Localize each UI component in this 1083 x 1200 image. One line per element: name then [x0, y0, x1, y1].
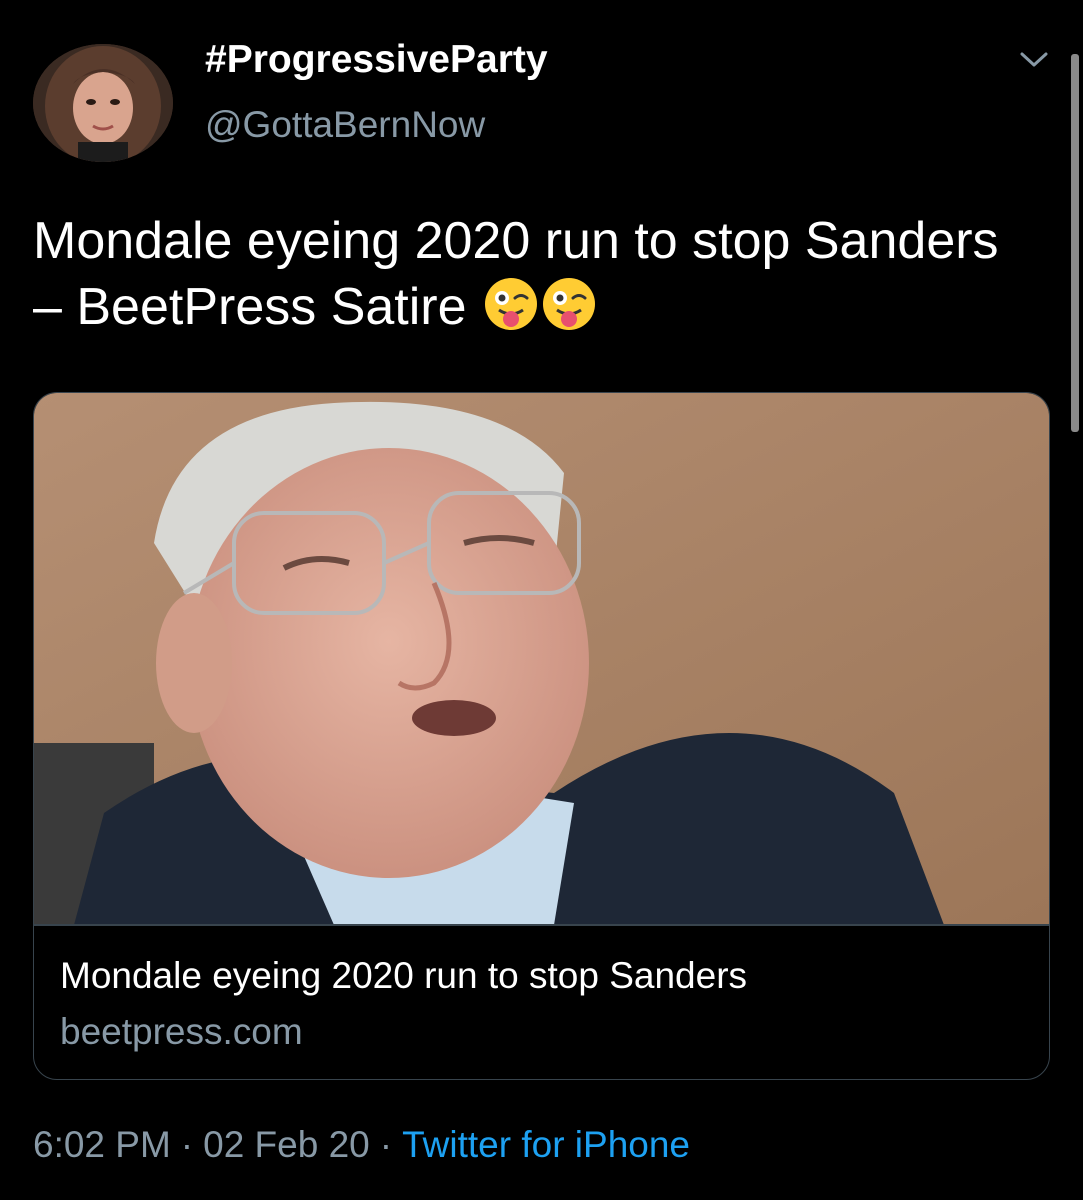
winking-face-with-tongue-emoji — [483, 276, 539, 332]
tweet-text: Mondale eyeing 2020 run to stop Sanders … — [33, 208, 1023, 340]
card-domain: beetpress.com — [60, 1011, 303, 1052]
tweet-meta: 6:02 PM · 02 Feb 20 · Twitter for iPhone — [33, 1124, 690, 1166]
card-image — [34, 393, 1049, 925]
meta-separator: · — [379, 1124, 393, 1165]
link-card[interactable]: Mondale eyeing 2020 run to stop Sanders … — [33, 392, 1050, 1080]
avatar-image — [33, 44, 173, 162]
card-title[interactable]: Mondale eyeing 2020 run to stop Sanders — [60, 955, 747, 997]
card-divider — [34, 924, 1049, 926]
tweet-date[interactable]: 02 Feb 20 — [203, 1124, 370, 1165]
tweet-time[interactable]: 6:02 PM — [33, 1124, 171, 1165]
avatar[interactable] — [33, 44, 173, 162]
tweet-source-link[interactable]: Twitter for iPhone — [402, 1124, 690, 1165]
winking-face-with-tongue-emoji — [541, 276, 597, 332]
tweet-detail: #ProgressiveParty @GottaBernNow Mondale … — [0, 0, 1083, 1200]
meta-separator: · — [180, 1124, 194, 1165]
chevron-down-icon[interactable] — [1016, 44, 1052, 74]
display-name[interactable]: #ProgressiveParty — [205, 38, 548, 82]
scrollbar[interactable] — [1071, 54, 1079, 432]
user-handle[interactable]: @GottaBernNow — [205, 104, 485, 146]
